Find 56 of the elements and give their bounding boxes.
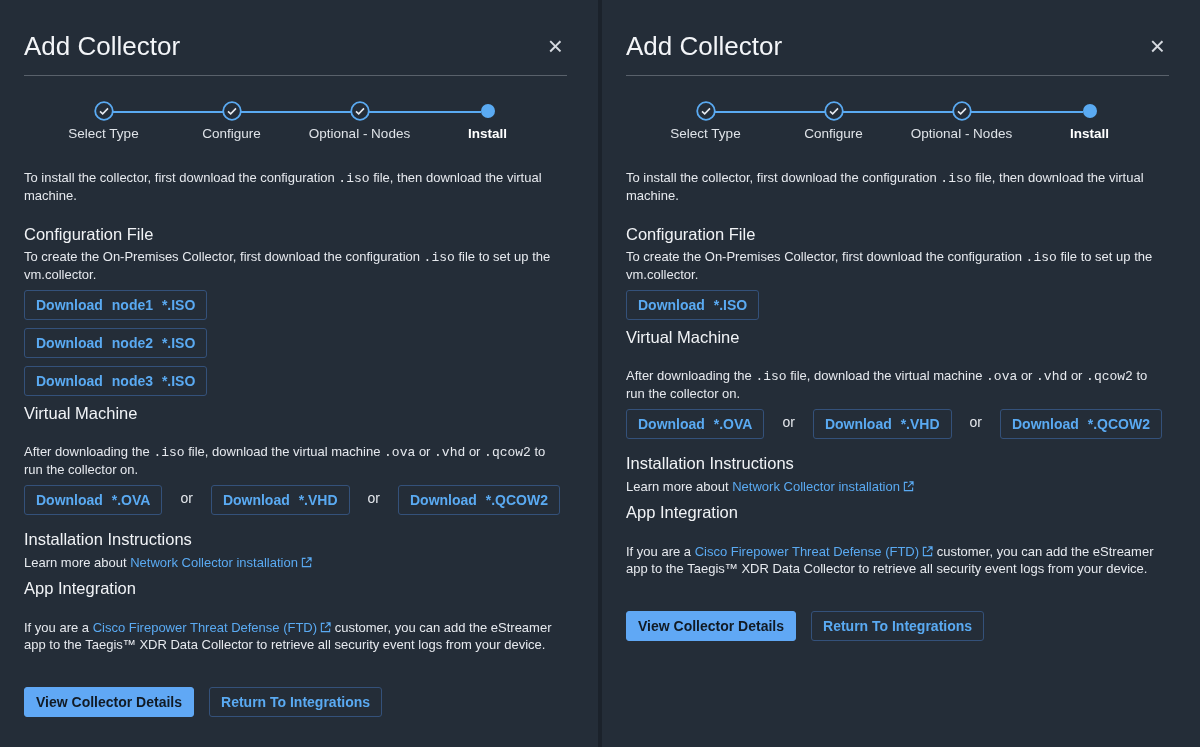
dialog-title: Add Collector xyxy=(24,30,181,62)
section-text: Learn more about Network Collector installation xyxy=(626,478,1169,495)
external-link[interactable]: Cisco Firepower Threat Defense (FTD) xyxy=(694,544,934,559)
section-text: Learn more about Network Collector installation xyxy=(24,554,567,571)
step-label: Configure xyxy=(804,125,863,142)
step-label: Install xyxy=(1070,125,1109,142)
section-text: To create the On-Premises Collector, first download the configuration .iso file to set up the vm.collector. xyxy=(24,248,552,283)
step-label: Optional - Nodes xyxy=(308,125,411,142)
return-button[interactable]: Return To Integrations xyxy=(209,687,383,717)
step-label: Install xyxy=(468,125,507,142)
dialog-title: Add Collector xyxy=(626,30,783,62)
close-button[interactable]: × xyxy=(547,33,563,59)
return-button[interactable]: Return To Integrations xyxy=(811,611,985,641)
download-button[interactable]: Download node2 *.ISO xyxy=(24,328,208,358)
section-text: If you are a Cisco Firepower Threat Defense (FTD) customer, you can add the eStreamer app to the Taegis™ XDR Data Collector to retrieve all security event logs from your device. xyxy=(626,543,1155,577)
close-button[interactable]: × xyxy=(1149,33,1165,59)
section-text: If you are a Cisco Firepower Threat Defense (FTD) customer, you can add the eStreamer app to the Taegis™ XDR Data Collector to retrieve all security event logs from your device. xyxy=(24,619,553,653)
download-button[interactable]: Download *.QCOW2 xyxy=(1000,409,1162,439)
download-button[interactable]: Download *.OVA xyxy=(626,409,765,439)
download-button[interactable]: Download *.VHD xyxy=(812,409,952,439)
download-button[interactable]: Download node1 *.ISO xyxy=(24,290,208,320)
external-link-icon xyxy=(300,557,312,568)
external-link-icon xyxy=(902,481,914,492)
section-text: To create the On-Premises Collector, first download the configuration .iso file to set up the vm.collector. xyxy=(626,248,1154,283)
view-details-button[interactable]: View Collector Details xyxy=(626,611,796,641)
download-button[interactable]: Download *.ISO xyxy=(626,290,760,320)
external-link[interactable]: Cisco Firepower Threat Defense (FTD) xyxy=(92,620,332,635)
download-button[interactable]: Download *.OVA xyxy=(24,485,163,515)
section-heading: Virtual Machine xyxy=(24,403,139,424)
section-heading: App Integration xyxy=(626,502,739,523)
download-button[interactable]: Download *.VHD xyxy=(210,485,350,515)
download-button[interactable]: Download *.QCOW2 xyxy=(398,485,560,515)
step-label: Select Type xyxy=(670,125,741,142)
section-heading: App Integration xyxy=(24,578,137,599)
section-heading: Configuration File xyxy=(24,224,155,245)
section-heading: Installation Instructions xyxy=(626,453,795,474)
intro-text: To install the collector, first download the configuration .iso file, then download the virtual machine. xyxy=(626,169,1145,204)
section-text: After downloading the .iso file, download the virtual machine .ova or .vhd or .qcow2 to run the collector on. xyxy=(626,367,1149,402)
step-label: Optional - Nodes xyxy=(910,125,1013,142)
external-link[interactable]: Network Collector installation xyxy=(130,555,312,570)
step-label: Configure xyxy=(202,125,261,142)
or-text: or xyxy=(180,490,193,507)
step-label: Select Type xyxy=(68,125,139,142)
view-details-button[interactable]: View Collector Details xyxy=(24,687,194,717)
external-link[interactable]: Network Collector installation xyxy=(732,479,914,494)
or-text: or xyxy=(782,414,795,431)
external-link-icon xyxy=(320,622,332,633)
section-heading: Virtual Machine xyxy=(626,327,741,348)
section-heading: Installation Instructions xyxy=(24,529,193,550)
or-text: or xyxy=(969,414,982,431)
section-heading: Configuration File xyxy=(626,224,757,245)
external-link-icon xyxy=(922,546,934,557)
intro-text: To install the collector, first download the configuration .iso file, then download the virtual machine. xyxy=(24,169,543,204)
download-button[interactable]: Download node3 *.ISO xyxy=(24,366,208,396)
or-text: or xyxy=(367,490,380,507)
section-text: After downloading the .iso file, download the virtual machine .ova or .vhd or .qcow2 to run the collector on. xyxy=(24,443,547,478)
